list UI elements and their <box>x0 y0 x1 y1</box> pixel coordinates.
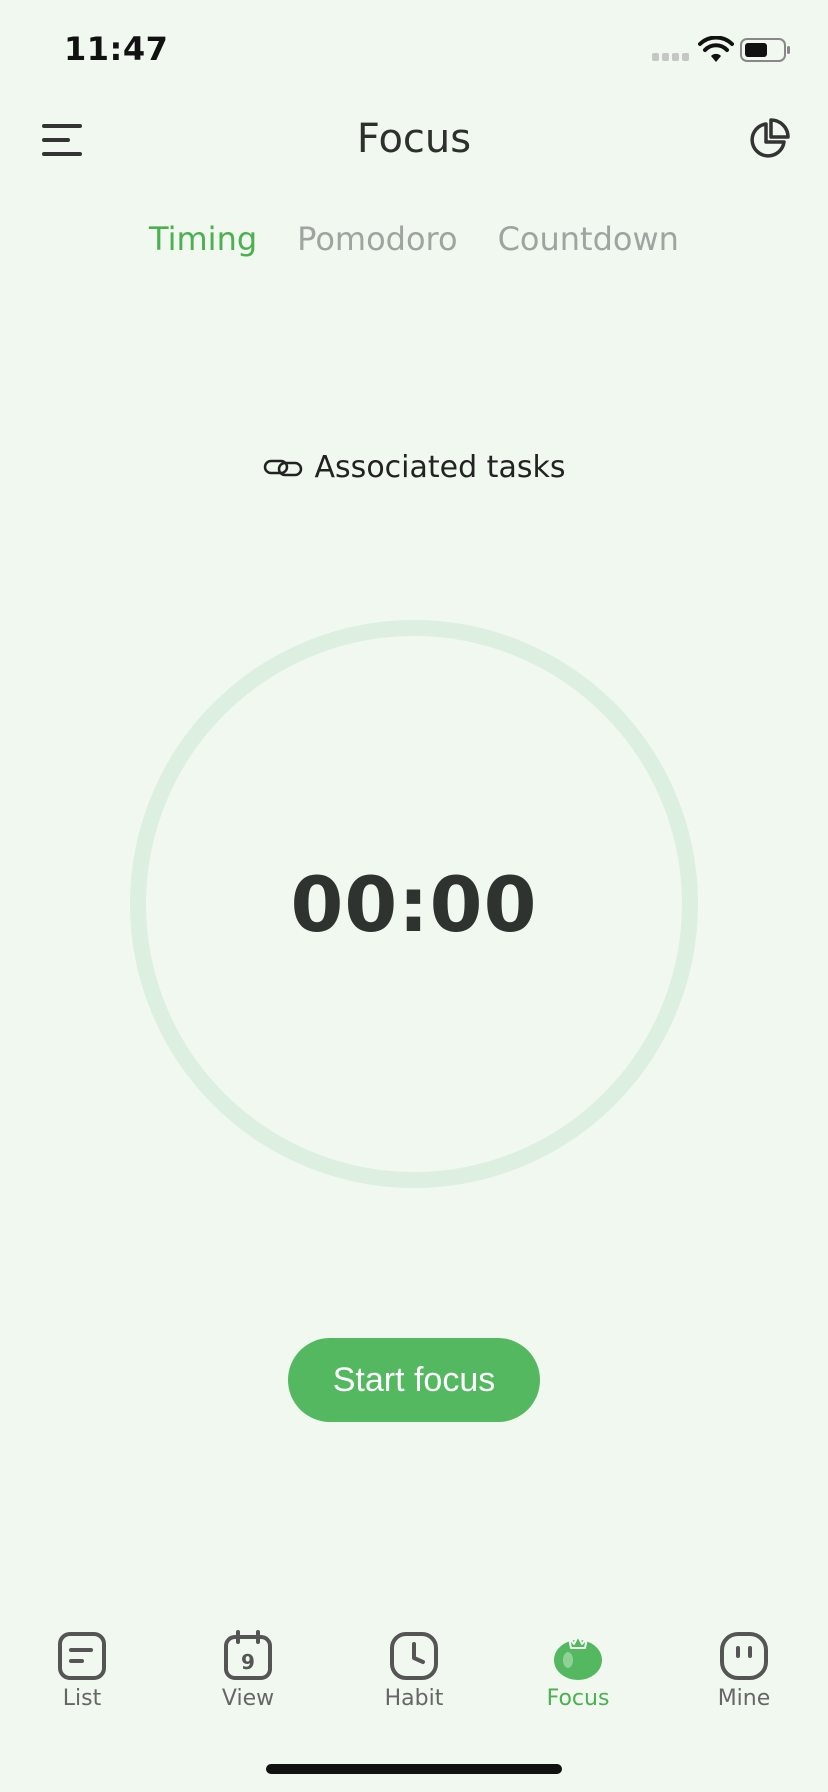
page-title: Focus <box>356 116 472 162</box>
face-icon <box>720 1632 768 1680</box>
signal-icon <box>652 53 690 63</box>
focus-screen: 11:47 Focus Timing Pomodoro Countdown As… <box>0 0 828 1792</box>
nav-list[interactable]: List <box>22 1630 142 1711</box>
tab-countdown[interactable]: Countdown <box>498 220 679 258</box>
link-icon <box>263 459 302 476</box>
nav-label-list: List <box>62 1686 102 1711</box>
tab-timing[interactable]: Timing <box>149 220 257 258</box>
bottom-navigation: List 9 View Habit Focus Mine <box>0 1630 828 1740</box>
clock-icon <box>390 1632 438 1680</box>
calendar-day-badge: 9 <box>241 1650 255 1674</box>
list-icon <box>58 1632 106 1680</box>
calendar-icon: 9 <box>224 1630 272 1680</box>
nav-focus[interactable]: Focus <box>518 1630 638 1711</box>
statistics-icon[interactable] <box>744 116 792 164</box>
status-bar: 11:47 <box>0 0 828 100</box>
associated-tasks-label: Associated tasks <box>314 450 566 485</box>
app-header: Focus <box>0 100 828 180</box>
tab-pomodoro[interactable]: Pomodoro <box>297 220 457 258</box>
wifi-icon <box>698 36 734 62</box>
tomato-icon <box>554 1635 602 1680</box>
start-focus-button[interactable]: Start focus <box>288 1338 540 1422</box>
nav-habit[interactable]: Habit <box>354 1630 474 1711</box>
status-time: 11:47 <box>64 30 169 68</box>
timer-display: 00:00 <box>290 860 538 949</box>
nav-label-view: View <box>221 1686 275 1711</box>
associated-tasks-button[interactable]: Associated tasks <box>0 450 828 485</box>
battery-icon <box>740 38 790 62</box>
nav-label-mine: Mine <box>717 1686 771 1711</box>
mode-tabs: Timing Pomodoro Countdown <box>0 220 828 258</box>
nav-mine[interactable]: Mine <box>684 1630 804 1711</box>
nav-view[interactable]: 9 View <box>188 1630 308 1711</box>
nav-label-focus: Focus <box>546 1686 610 1711</box>
home-indicator[interactable] <box>266 1764 562 1774</box>
nav-label-habit: Habit <box>384 1686 444 1711</box>
